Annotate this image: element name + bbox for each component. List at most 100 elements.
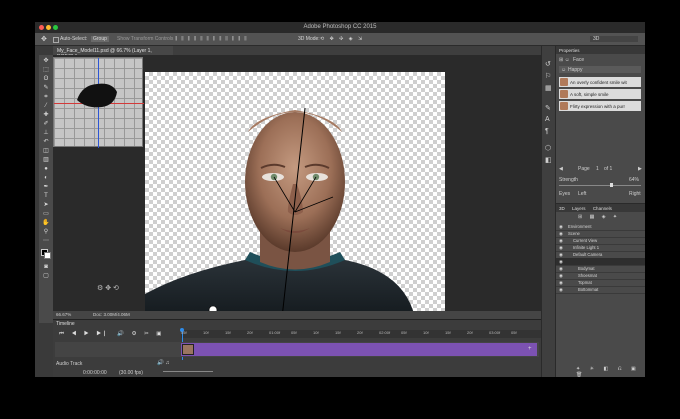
tab-channels[interactable]: Channels [593,206,612,211]
layer-name: Infinite Light 1 [573,245,600,251]
eyes-right[interactable]: Right [629,191,641,197]
preset-item-3[interactable]: Flirty expression with a purr [559,101,641,111]
page-number[interactable]: 1 [596,166,599,172]
tool-presets-icon[interactable]: ⚐ [545,72,551,80]
ruler-tick-label: 05f [401,330,407,335]
strength-label: Strength [559,177,578,183]
ruler-tick-label: 15f [445,330,451,335]
shape-tool-icon[interactable]: ▭ [42,211,50,217]
crop-tool-icon[interactable]: ⌗ [42,94,50,100]
timeline-panel: Timeline ⏮ ◀ ▶ ▶▏ 🔊 ⚙ ✂ ▣ + Audio Track … [53,319,541,377]
show-transform-label[interactable]: Show Transform Controls [117,36,173,42]
layer-name: Scene [568,231,580,237]
panel-tabs: 3D Layers Channels [556,204,645,212]
background-color-swatch[interactable] [44,252,51,259]
face-tab-icons[interactable]: ⊞ ☺ [559,57,570,63]
type-tool-icon[interactable]: T [42,193,50,199]
next-page-icon[interactable]: ▶ [638,166,642,172]
layer-name: Bodymat [578,266,595,272]
quick-mask-icon[interactable]: ◙ [42,264,50,270]
video-clip[interactable] [181,343,537,356]
paragraph-icon[interactable]: ¶ [545,128,549,135]
document-tab[interactable]: My_Face_Model11.psd @ 66.7% (Layer 1, RG… [53,46,173,60]
preset-item-2[interactable]: A soft, simple smile [559,89,641,99]
page-label: Page [578,166,590,172]
zoom-tool-icon[interactable]: ⚲ [42,229,50,235]
layer-name: Environment [568,224,592,230]
preset-item-1[interactable]: An overly confident smile wit [559,77,641,87]
ruler-labels: 05f 10f 15f 20f 01:00f 05f 10f 15f 20f 02:00f 05f 1… [181,330,541,337]
eyes-label: Eyes [559,191,571,197]
3d-face-model[interactable] [145,72,445,318]
3d-filter-icons[interactable]: ⊞ ▦ ◈ ✦ [578,214,620,220]
lasso-tool-icon[interactable]: ʘ [42,76,50,82]
align-icons[interactable]: ⫼⫼⫼⫼⫼⫼⫼⫼⫼⫼⫼⫼ [175,36,251,42]
history-icon[interactable]: ↺ [545,60,551,68]
smile-icon: ☺ [561,67,567,73]
strength-slider-track[interactable] [559,185,641,186]
scene-layer-list: ◉ Environment ◉ Scene ◉ Current View ◉ Infinite… [556,223,645,343]
more-tools-icon[interactable]: ⋯ [42,238,50,244]
preset-label: Flirty expression with a purr [570,103,626,109]
layer-comps-icon[interactable]: ◧ [545,156,552,164]
preset-label: An overly confident smile wit [570,79,627,85]
screen-mode-icon[interactable]: ▢ [42,273,50,279]
workspace-dropdown[interactable]: 3D [590,36,638,42]
swatches-icon[interactable]: ▦ [545,84,552,92]
preset-dropdown[interactable]: ☺ Happy [559,66,641,73]
eraser-tool-icon[interactable]: ◫ [42,148,50,154]
window-title: Adobe Photoshop CC 2015 [303,24,377,30]
layer-name: Bottommat [578,287,599,293]
tab-layers[interactable]: Layers [572,206,586,211]
ruler-tick-label: 05f [181,330,187,335]
character-icon[interactable]: A [545,116,550,123]
layer-name: Shoesmat [578,273,597,279]
brush-tool-icon[interactable]: ✐ [42,121,50,127]
pen-tool-icon[interactable]: ✒ [42,184,50,190]
ruler-tick-label: 20f [247,330,253,335]
visibility-eye-icon[interactable]: ◉ [559,287,563,293]
playback-controls[interactable]: ⏮ ◀ ▶ ▶▏ 🔊 ⚙ ✂ ▣ [59,331,164,338]
zoom-level[interactable]: 66.67% [56,312,71,317]
dodge-tool-icon[interactable]: ◐ [42,175,50,181]
healing-tool-icon[interactable]: ✚ [42,112,50,118]
3d-axis-widget[interactable]: ⚙ ✥ ⟲ [97,284,121,298]
ruler-tick-label: 03:00f [489,330,501,335]
hand-tool-icon[interactable]: ✋ [42,220,50,226]
move-tool-icon[interactable]: ✥ [41,35,47,43]
3d-ground-navigator[interactable] [53,57,144,148]
3d-icon[interactable]: ⬡ [545,144,551,152]
navigator-silhouette [77,83,117,108]
quick-select-tool-icon[interactable]: ✎ [42,85,50,91]
path-select-icon[interactable]: ➤ [42,202,50,208]
marquee-tool-icon[interactable]: ⬚ [42,67,50,73]
3d-mode-icons[interactable]: ⟲ ✥ ✣ ◈ ⇲ [320,36,364,42]
eyes-left[interactable]: Left [578,191,586,197]
doc-size: Doc: 3.00M/4.06M [93,312,130,317]
status-bar: 66.67% Doc: 3.00M/4.06M [53,311,541,319]
auto-select-label: Auto-Select: [60,36,88,42]
3d-layers-panel: 3D Layers Channels ⊞ ▦ ◈ ✦ ◉ Environment ◉… [555,203,645,377]
eyedropper-tool-icon[interactable]: ⁄ [42,103,50,109]
history-brush-icon[interactable]: ↶ [42,139,50,145]
zoom-slider[interactable] [163,371,213,372]
preset-thumbnail [560,90,568,98]
blur-tool-icon[interactable]: ● [42,166,50,172]
gradient-tool-icon[interactable]: ▥ [42,157,50,163]
strength-slider-thumb[interactable] [609,183,613,187]
audio-controls[interactable]: 🔊 ♫ [157,360,170,366]
face-tab-label[interactable]: Face [573,57,584,63]
move-tool-icon[interactable]: ✥ [42,58,50,64]
auto-select-checkbox[interactable] [53,37,59,43]
title-bar: Adobe Photoshop CC 2015 [35,22,645,33]
layer-row[interactable]: ◉ Bottommat [556,286,645,294]
page-of: of 1 [604,166,613,172]
panel-footer-icons[interactable]: ✦ ☀ ◧ ⎌ ▣ 🗑 [576,366,645,377]
tab-3d[interactable]: 3D [559,206,565,211]
auto-select-dropdown[interactable]: Group [91,36,109,42]
brush-icon[interactable]: ✎ [545,104,551,112]
prev-page-icon[interactable]: ◀ [559,166,563,172]
stamp-tool-icon[interactable]: ⊥ [42,130,50,136]
timecode: 0:00:00:00 [83,370,107,376]
add-media-icon[interactable]: + [528,346,532,352]
